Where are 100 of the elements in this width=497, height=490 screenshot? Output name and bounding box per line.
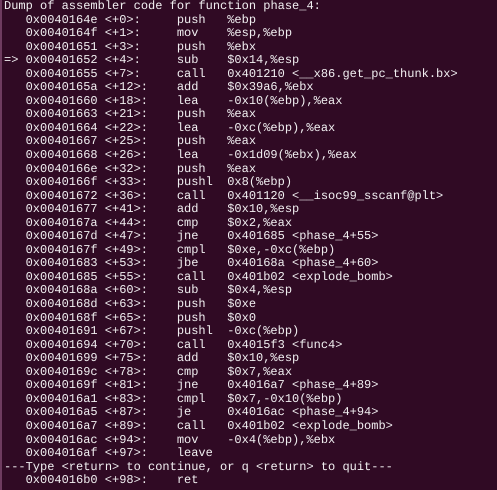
operand-text: -0xc(%ebp),%eax [227,122,336,136]
operand-text: 0x401120 <__isoc99_sscanf@plt> [227,190,444,203]
mnemonic-text: call [176,418,206,433]
address-text: 0x0040166e [26,162,98,176]
operand-text: $0x14,%esp [227,54,300,68]
offset-text: <+75>: [104,351,148,366]
address-text: 0x00401677 [26,202,98,216]
operand-text: $0xe,-0xc(%ebp) [227,244,336,257]
mnemonic-text: call [176,66,206,81]
offset-text: <+53>: [104,256,148,270]
offset-text: <+70>: [104,338,148,352]
operand-text: $0x39a6,%ebx [227,81,314,95]
mnemonic-text: push [176,107,206,122]
offset-text: <+60>: [104,283,148,298]
offset-text: <+36>: [104,188,148,203]
mnemonic-text: push [176,40,206,54]
offset-text: <+0>: [104,12,141,27]
address-text: 0x0040167d [26,229,98,244]
address-text: 0x0040165a [26,80,98,94]
mnemonic-text: jne [176,378,198,392]
offset-text: <+49>: [104,242,148,257]
mnemonic-text: push [176,12,206,27]
address-text: 0x0040166f [26,175,98,190]
offset-text: <+26>: [104,148,148,162]
mnemonic-text: cmpl [176,242,206,257]
mnemonic-text: push [176,297,206,312]
offset-text: <+7>: [104,66,141,81]
mnemonic-text: push [176,310,206,325]
offset-text: <+55>: [104,270,148,284]
offset-text: <+44>: [104,216,148,230]
disassembly-header: Dump of assembler code for function phase_4: [4,0,321,14]
mnemonic-text: call [176,270,206,284]
operand-text: -0x4(%ebp),%ebx [227,434,336,448]
operand-text: %eax [227,108,256,122]
address-text: 0x0040168a [26,283,98,298]
mnemonic-text: push [176,162,206,176]
operand-text: $0xe [227,298,256,312]
address-text: 0x00401691 [26,324,98,338]
mnemonic-text: add [176,202,198,216]
mnemonic-text: mov [176,26,198,40]
operand-text: -0x10(%ebp),%eax [227,94,342,108]
operand-text: 0x401685 <phase_4+55> [227,230,378,244]
mnemonic-text: leave [176,446,213,460]
offset-text: <+83>: [104,392,148,406]
offset-text: <+25>: [104,134,148,148]
mnemonic-text: je [176,405,192,420]
operand-text: $0x2,%eax [227,216,292,230]
offset-text: <+78>: [104,364,148,379]
offset-text: <+94>: [104,432,148,446]
offset-text: <+41>: [104,202,148,216]
mnemonic-text: push [176,134,206,148]
address-text: 0x0040169f [26,378,98,392]
mnemonic-text: pushl [176,324,213,338]
operand-text: $0x10,%esp [227,203,300,217]
offset-text: <+63>: [104,297,148,312]
current-line-marker: => [4,53,18,68]
operand-text: %eax [227,135,256,149]
operand-text: -0xc(%ebp) [227,325,300,339]
mnemonic-text: cmp [176,364,198,379]
operand-text: $0x4,%esp [227,284,292,298]
operand-text: 0x401b02 <explode_bomb> [227,270,393,284]
address-text: 0x004016ac [26,432,98,446]
offset-text: <+22>: [104,120,148,135]
address-text: 0x0040164e [26,12,98,27]
operand-text: -0x1d09(%ebx),%eax [227,149,357,163]
mnemonic-text: jbe [176,256,198,270]
address-text: 0x0040168f [26,310,98,325]
address-text: 0x0040169c [26,364,98,379]
offset-text: <+65>: [104,310,148,325]
offset-text: <+97>: [104,446,148,460]
operand-text: 0x401210 <__x86.get_pc_thunk.bx> [227,68,458,81]
address-text: 0x00401652 [26,53,98,68]
operand-text: $0x7,%eax [227,366,292,380]
offset-text: <+3>: [104,40,141,54]
offset-text: <+89>: [104,418,148,433]
operand-text: %ebp [227,14,256,27]
address-text: 0x00401694 [26,338,98,352]
offset-text: <+67>: [104,324,148,338]
address-text: 0x00401668 [26,148,98,162]
mnemonic-text: call [176,188,206,203]
offset-text: <+4>: [104,53,141,68]
address-text: 0x004016a7 [26,418,98,433]
offset-text: <+18>: [104,94,148,108]
mnemonic-text: add [176,80,198,94]
operand-text: 0x8(%ebp) [227,176,292,190]
mnemonic-text: sub [176,53,198,68]
mnemonic-text: call [176,338,206,352]
address-text: 0x004016af [26,446,98,460]
address-text: 0x00401699 [26,351,98,366]
address-text: 0x00401660 [26,94,98,108]
operand-text: 0x4016a7 <phase_4+89> [227,379,378,393]
operand-text: %ebx [227,40,256,54]
operand-text: %esp,%ebp [227,27,292,41]
offset-text: <+21>: [104,107,148,122]
mnemonic-text: pushl [176,175,213,190]
offset-text: <+98>: [104,473,148,488]
offset-text: <+32>: [104,162,148,176]
mnemonic-text: cmpl [176,392,206,406]
offset-text: <+47>: [104,229,148,244]
operand-text: $0x10,%esp [227,352,300,366]
